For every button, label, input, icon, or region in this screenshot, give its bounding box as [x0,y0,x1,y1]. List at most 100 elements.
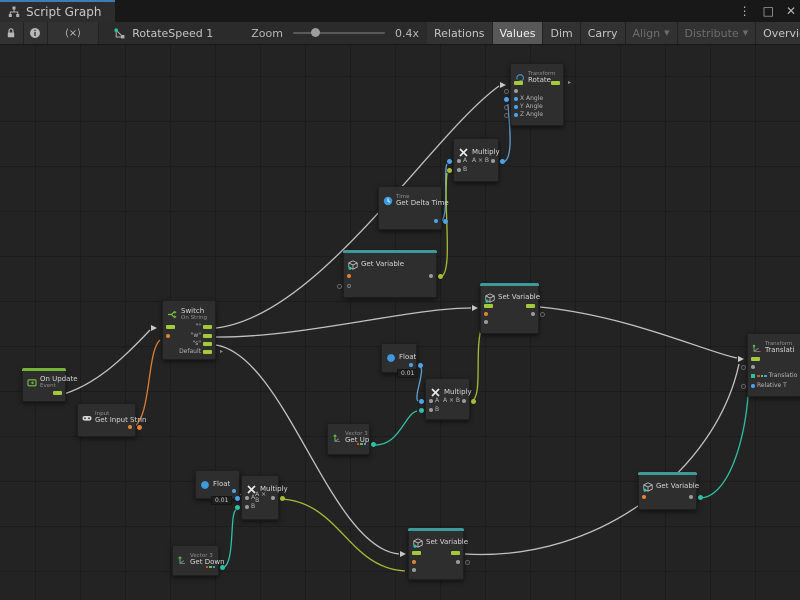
blue-port[interactable] [514,113,518,117]
gray-port[interactable] [751,365,755,369]
tab-script-graph[interactable]: Script Graph [0,0,115,22]
gray-port[interactable] [245,505,249,509]
gray-port[interactable] [457,168,461,172]
graph-name[interactable]: RotateSpeed 1 [132,27,213,40]
zoom-slider[interactable] [293,32,385,34]
flow-port[interactable] [514,81,523,85]
node-get-up[interactable]: Vector 3Get Up [327,423,370,455]
outer-port[interactable] [447,159,452,164]
value-input[interactable]: 0.01 [397,369,418,378]
gray-port[interactable] [429,274,433,278]
zoom-slider-handle[interactable] [311,28,320,37]
outer-port[interactable] [280,496,285,501]
node-float-bottom[interactable]: Float0.01 [195,470,240,499]
node-on-update[interactable]: On UpdateEvent [22,368,66,402]
outer-port[interactable] [443,219,448,224]
maximize-icon[interactable]: □ [763,4,774,18]
orange-port[interactable] [128,425,132,429]
flow-port[interactable] [203,325,212,329]
outer-port[interactable] [465,560,470,565]
flow-port[interactable] [451,551,460,555]
flow-port[interactable] [412,551,421,555]
overview-button[interactable]: Overview [756,22,800,44]
node-multiply-bottom[interactable]: MultiplyAA × BB [241,475,279,520]
node-get-down[interactable]: Vector 3Get Down [172,545,219,576]
flow-port[interactable] [53,391,62,395]
orange-port[interactable] [412,560,416,564]
orange-port[interactable] [347,274,351,278]
node-set-variable-mid[interactable]: Set Variable [480,283,539,334]
gray-port[interactable] [456,560,460,564]
blue-port[interactable] [409,363,413,367]
distribute-dropdown[interactable]: Distribute▼ [678,22,757,44]
vector3-port[interactable] [757,375,767,378]
blue-port[interactable] [514,105,518,109]
collapse-button[interactable]: ⟨×⟩ [48,22,100,44]
gray-port[interactable] [462,399,466,403]
outer-port[interactable] [418,363,423,368]
menu-icon[interactable]: ⋮ [739,4,751,18]
node-delta[interactable]: TimeGet Delta Time [378,186,442,230]
carry-button[interactable]: Carry [581,22,626,44]
outer-port[interactable] [698,495,703,500]
outer-port[interactable] [371,442,376,447]
gray-port[interactable] [689,495,693,499]
flow-port[interactable] [166,325,175,329]
gray-port[interactable] [491,159,495,163]
flow-port[interactable] [551,81,560,85]
outer-port[interactable] [235,505,240,510]
orange-port[interactable] [484,312,488,316]
outer-port[interactable] [741,384,746,389]
align-dropdown[interactable]: Align▼ [626,22,678,44]
gray-port[interactable] [271,496,275,500]
gray-port[interactable] [514,89,518,93]
outer-port[interactable] [220,565,225,570]
gray-port[interactable] [429,399,433,403]
outer-port[interactable] [447,168,452,173]
value-input[interactable]: 0.01 [211,496,232,505]
flow-port[interactable] [203,334,212,338]
vector3-port[interactable] [357,443,367,446]
node-float-mid[interactable]: Float0.01 [381,343,417,373]
gray-port[interactable] [429,408,433,412]
outer-port[interactable] [235,496,240,501]
node-multiply-mid[interactable]: MultiplyAA × BB [425,378,470,420]
orange-port[interactable] [642,495,646,499]
gray-port[interactable] [484,320,488,324]
vector3-port[interactable] [206,566,216,569]
node-get-variable-top[interactable]: Get Variable [343,250,437,298]
node-get-variable-right[interactable]: Get Variable [638,472,697,510]
gray-port[interactable] [531,312,535,316]
blue-port[interactable] [232,489,236,493]
orange-port[interactable] [166,334,170,338]
node-rotate[interactable]: TransformRotate▸X AngleY AngleZ Angle [510,63,564,126]
outer-port[interactable] [471,399,476,404]
flow-port[interactable] [484,304,493,308]
outer-port[interactable] [438,274,443,279]
flow-port[interactable] [751,357,760,361]
node-multiply-top[interactable]: MultiplyAA × BB [453,138,499,182]
outer-port[interactable] [540,312,545,317]
gray-port[interactable] [245,496,249,500]
outer-port[interactable] [137,425,142,430]
value-port[interactable] [347,284,351,288]
lock-button[interactable] [0,22,24,44]
dim-button[interactable]: Dim [543,22,580,44]
node-get-input[interactable]: InputGet Input Strin [77,403,136,437]
node-translate[interactable]: TransformTranslatiTranslatioRelative T [747,333,800,397]
close-icon[interactable]: ✕ [786,4,796,18]
outer-port[interactable] [504,89,509,94]
node-switch[interactable]: SwitchOn String"""w""s"▸Default [162,300,216,360]
outer-port[interactable] [337,284,342,289]
flow-port[interactable] [526,304,535,308]
outer-port[interactable] [419,399,424,404]
flow-port[interactable] [203,342,212,346]
flow-port[interactable] [203,350,212,354]
blue-port[interactable] [751,384,755,388]
outer-port[interactable] [504,97,509,102]
blue-port[interactable] [514,97,518,101]
relations-button[interactable]: Relations [427,22,493,44]
gray-port[interactable] [412,568,416,572]
gray-port[interactable] [457,159,461,163]
outer-port[interactable] [500,159,505,164]
